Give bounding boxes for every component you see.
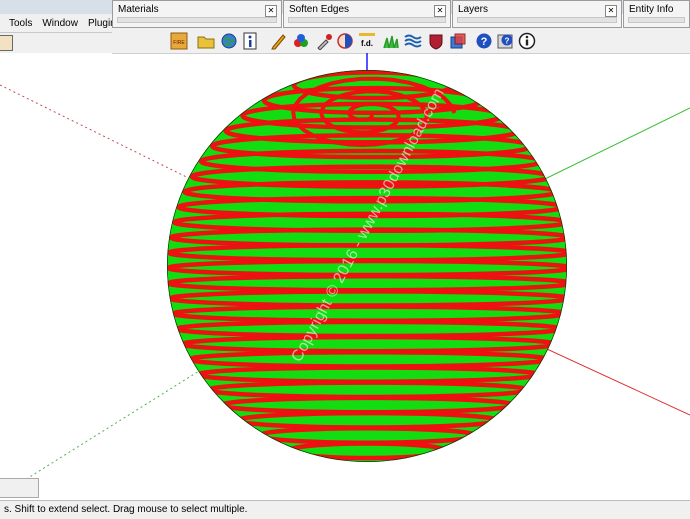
panel-collapse-bar[interactable] [288, 17, 446, 23]
main-toolbar: FIRE f.d. ? ? [112, 28, 690, 54]
shield-icon[interactable] [427, 32, 445, 50]
export-icon[interactable] [449, 32, 467, 50]
layers-panel[interactable]: Layers ✕ [452, 0, 622, 28]
spiral-sphere [167, 70, 567, 462]
color-swatch[interactable] [0, 35, 13, 51]
svg-text:?: ? [505, 37, 510, 46]
solid-shape-icon[interactable] [336, 32, 354, 50]
entity-info-panel-title: Entity Info [629, 4, 674, 15]
fire-icon-label: FIRE [173, 40, 185, 46]
panel-collapse-bar[interactable] [457, 17, 617, 23]
field-icon[interactable] [382, 32, 400, 50]
help-book-icon[interactable]: ? [497, 32, 515, 50]
wave-icon[interactable] [404, 32, 422, 50]
entity-info-panel[interactable]: Entity Info [623, 0, 690, 28]
close-icon[interactable]: ✕ [605, 5, 617, 17]
soften-edges-panel[interactable]: Soften Edges ✕ [283, 0, 451, 28]
eyedropper-icon[interactable] [315, 32, 333, 50]
menu-window[interactable]: Window [37, 18, 83, 29]
panel-collapse-bar[interactable] [117, 17, 277, 23]
fd-icon-label: f.d. [361, 39, 373, 48]
svg-text:?: ? [481, 36, 488, 48]
help-icon[interactable]: ? [475, 32, 493, 50]
info-icon[interactable] [242, 32, 260, 50]
model-viewport[interactable]: Copyright © 2016 - www.p30download.com [0, 53, 690, 501]
globe-icon[interactable] [220, 32, 238, 50]
status-bar: s. Shift to extend select. Drag mouse to… [0, 500, 690, 519]
close-icon[interactable]: ✕ [265, 5, 277, 17]
status-message: s. Shift to extend select. Drag mouse to… [4, 504, 248, 515]
toolbar-left-area [0, 33, 112, 53]
folder-icon[interactable] [197, 32, 215, 50]
soften-edges-panel-title: Soften Edges [289, 4, 350, 15]
fire-icon[interactable]: FIRE [170, 32, 188, 50]
close-icon[interactable]: ✕ [434, 5, 446, 17]
materials-panel[interactable]: Materials ✕ [112, 0, 282, 28]
menu-tools[interactable]: Tools [0, 18, 37, 29]
menu-bar: Tools Window Plugins [0, 14, 121, 33]
fd-icon[interactable]: f.d. [358, 32, 376, 50]
materials-panel-title: Materials [118, 4, 159, 15]
info-circle-icon[interactable] [518, 32, 536, 50]
paint-bucket-icon[interactable] [292, 32, 310, 50]
layers-panel-title: Layers [458, 4, 489, 15]
measurements-box[interactable] [0, 478, 39, 498]
panel-collapse-bar[interactable] [628, 17, 685, 23]
pencil-icon[interactable] [270, 32, 288, 50]
